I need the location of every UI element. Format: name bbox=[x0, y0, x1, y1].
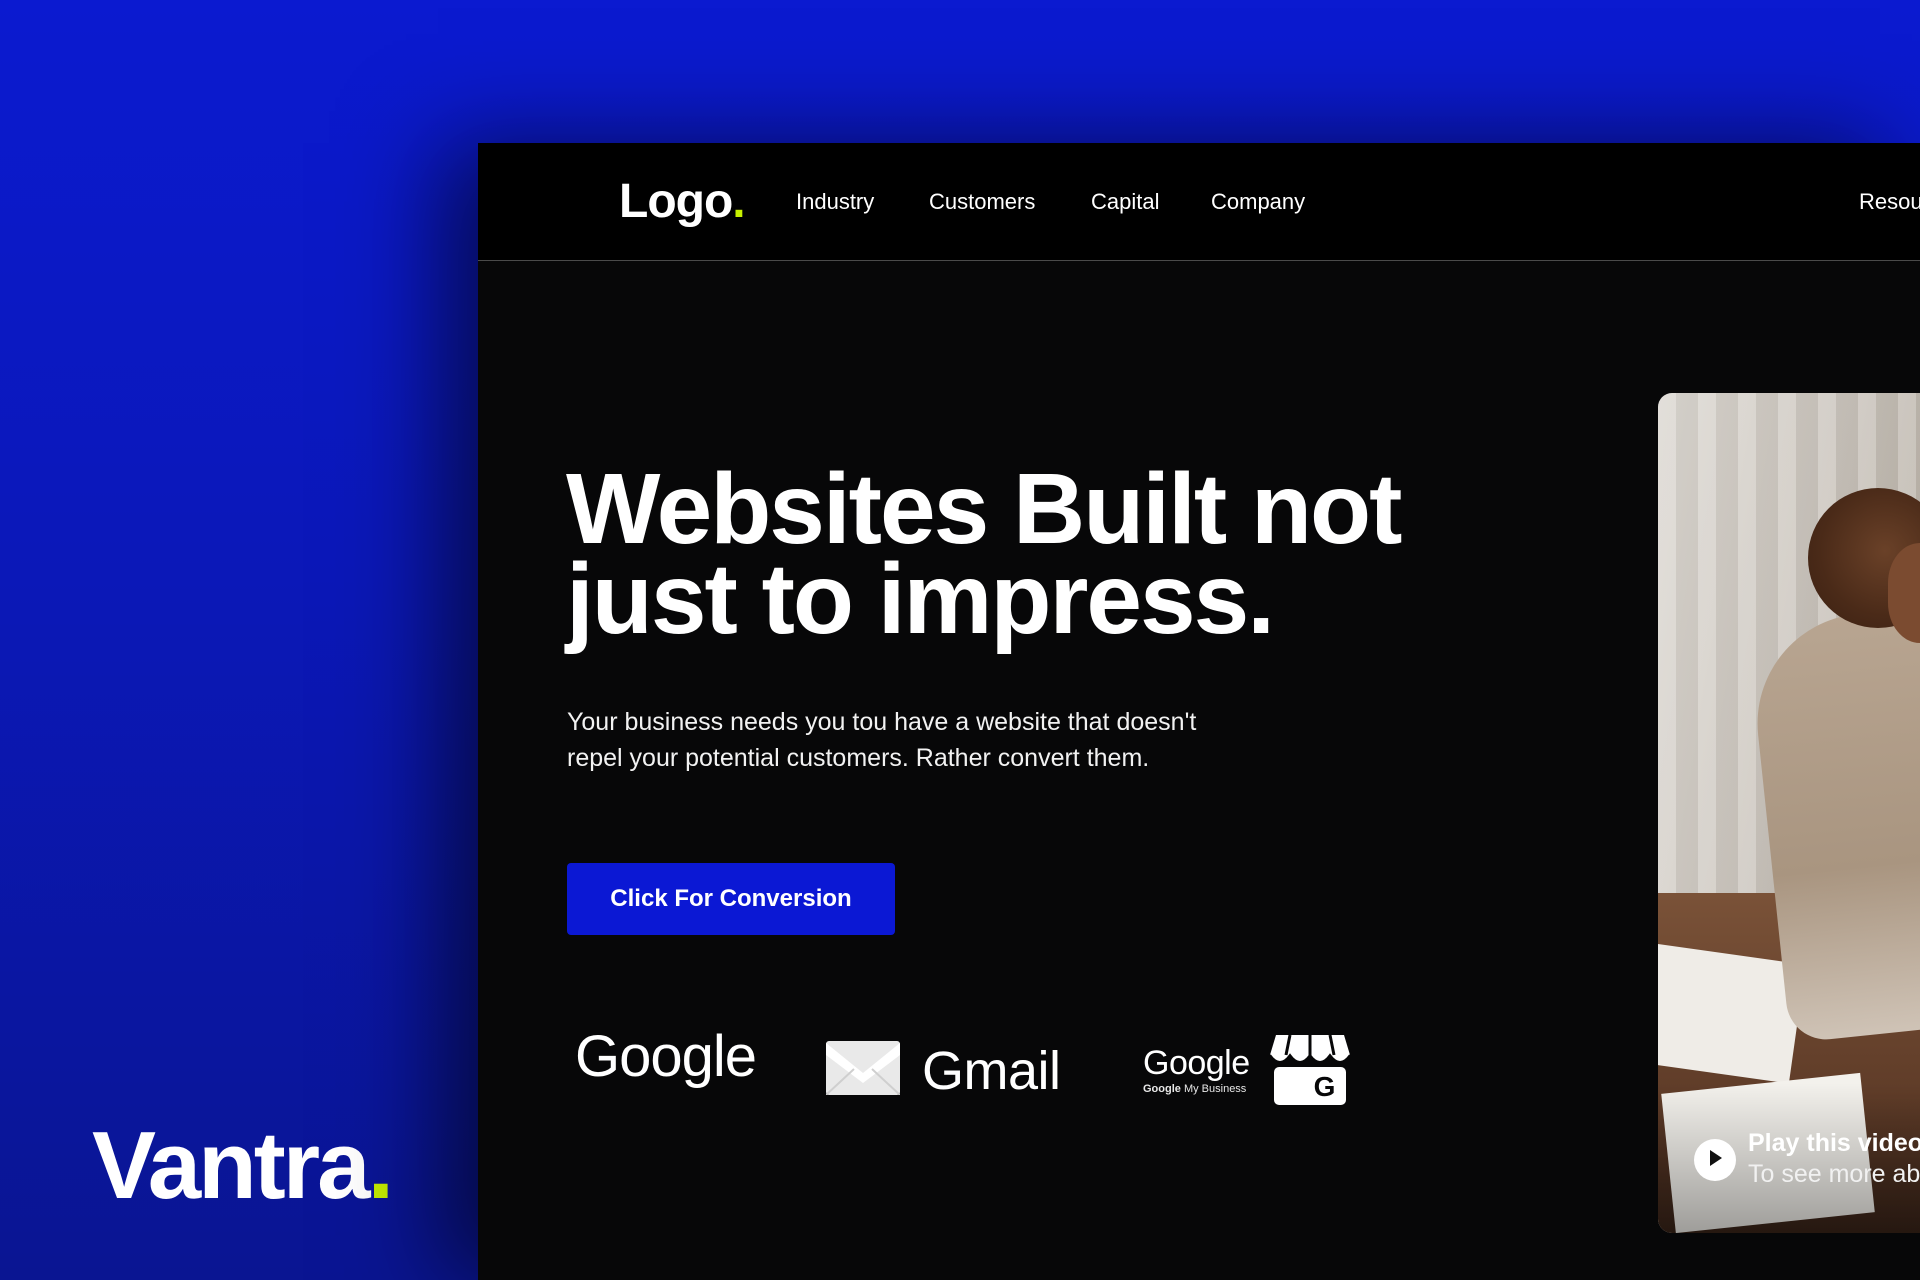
video-subtitle: To see more ab bbox=[1748, 1160, 1920, 1188]
gmail-wordmark: Gmail bbox=[922, 1040, 1061, 1101]
website-mockup: Logo. Industry Customers Capital Company… bbox=[478, 143, 1920, 1280]
brand-dot: . bbox=[367, 1112, 394, 1219]
google-my-business-logo: Google Google My Business G bbox=[1143, 1033, 1350, 1107]
video-title: Play this video bbox=[1748, 1129, 1920, 1157]
vantra-brand-logo: Vantra. bbox=[92, 1118, 394, 1214]
brand-name: Vantra bbox=[92, 1112, 370, 1219]
gmb-subtitle: Google My Business bbox=[1143, 1082, 1250, 1095]
hero-subtitle: Your business needs you tou have a websi… bbox=[567, 704, 1247, 776]
play-icon bbox=[1706, 1148, 1724, 1173]
gmail-logo: Gmail bbox=[825, 1040, 1061, 1101]
gmb-wordmark: Google Google My Business bbox=[1143, 1046, 1250, 1095]
site-logo-dot: . bbox=[732, 175, 745, 228]
nav-item-company[interactable]: Company bbox=[1211, 189, 1305, 215]
site-logo-text: Logo bbox=[619, 175, 733, 228]
gmb-google-text: Google bbox=[1143, 1043, 1250, 1082]
gmb-sub-rest: My Business bbox=[1183, 1082, 1247, 1095]
hero-title-line-2: just to impress. bbox=[566, 543, 1275, 655]
gmb-sub-bold: Google bbox=[1143, 1082, 1181, 1095]
cta-button[interactable]: Click For Conversion bbox=[567, 863, 895, 935]
nav-item-resources[interactable]: Resou bbox=[1859, 189, 1920, 215]
nav-item-capital[interactable]: Capital bbox=[1091, 189, 1159, 215]
hero-title: Websites Built not just to impress. bbox=[566, 459, 1466, 649]
nav-item-industry[interactable]: Industry bbox=[796, 189, 874, 215]
storefront-icon: G bbox=[1269, 1033, 1350, 1107]
google-logo: Google bbox=[575, 1024, 757, 1089]
gmb-badge-letter: G bbox=[1313, 1071, 1336, 1102]
video-card[interactable]: Play this video To see more ab bbox=[1658, 393, 1920, 1233]
hero-subtitle-line-2: repel your potential customers. Rather c… bbox=[567, 744, 1150, 772]
nav-item-customers[interactable]: Customers bbox=[929, 189, 1035, 215]
envelope-icon bbox=[825, 1041, 901, 1100]
hero-subtitle-line-1: Your business needs you tou have a websi… bbox=[567, 708, 1197, 736]
top-navbar: Logo. Industry Customers Capital Company… bbox=[478, 143, 1920, 261]
video-caption: Play this video To see more ab bbox=[1748, 1128, 1920, 1191]
play-button[interactable] bbox=[1694, 1139, 1736, 1181]
site-logo[interactable]: Logo. bbox=[619, 173, 746, 231]
